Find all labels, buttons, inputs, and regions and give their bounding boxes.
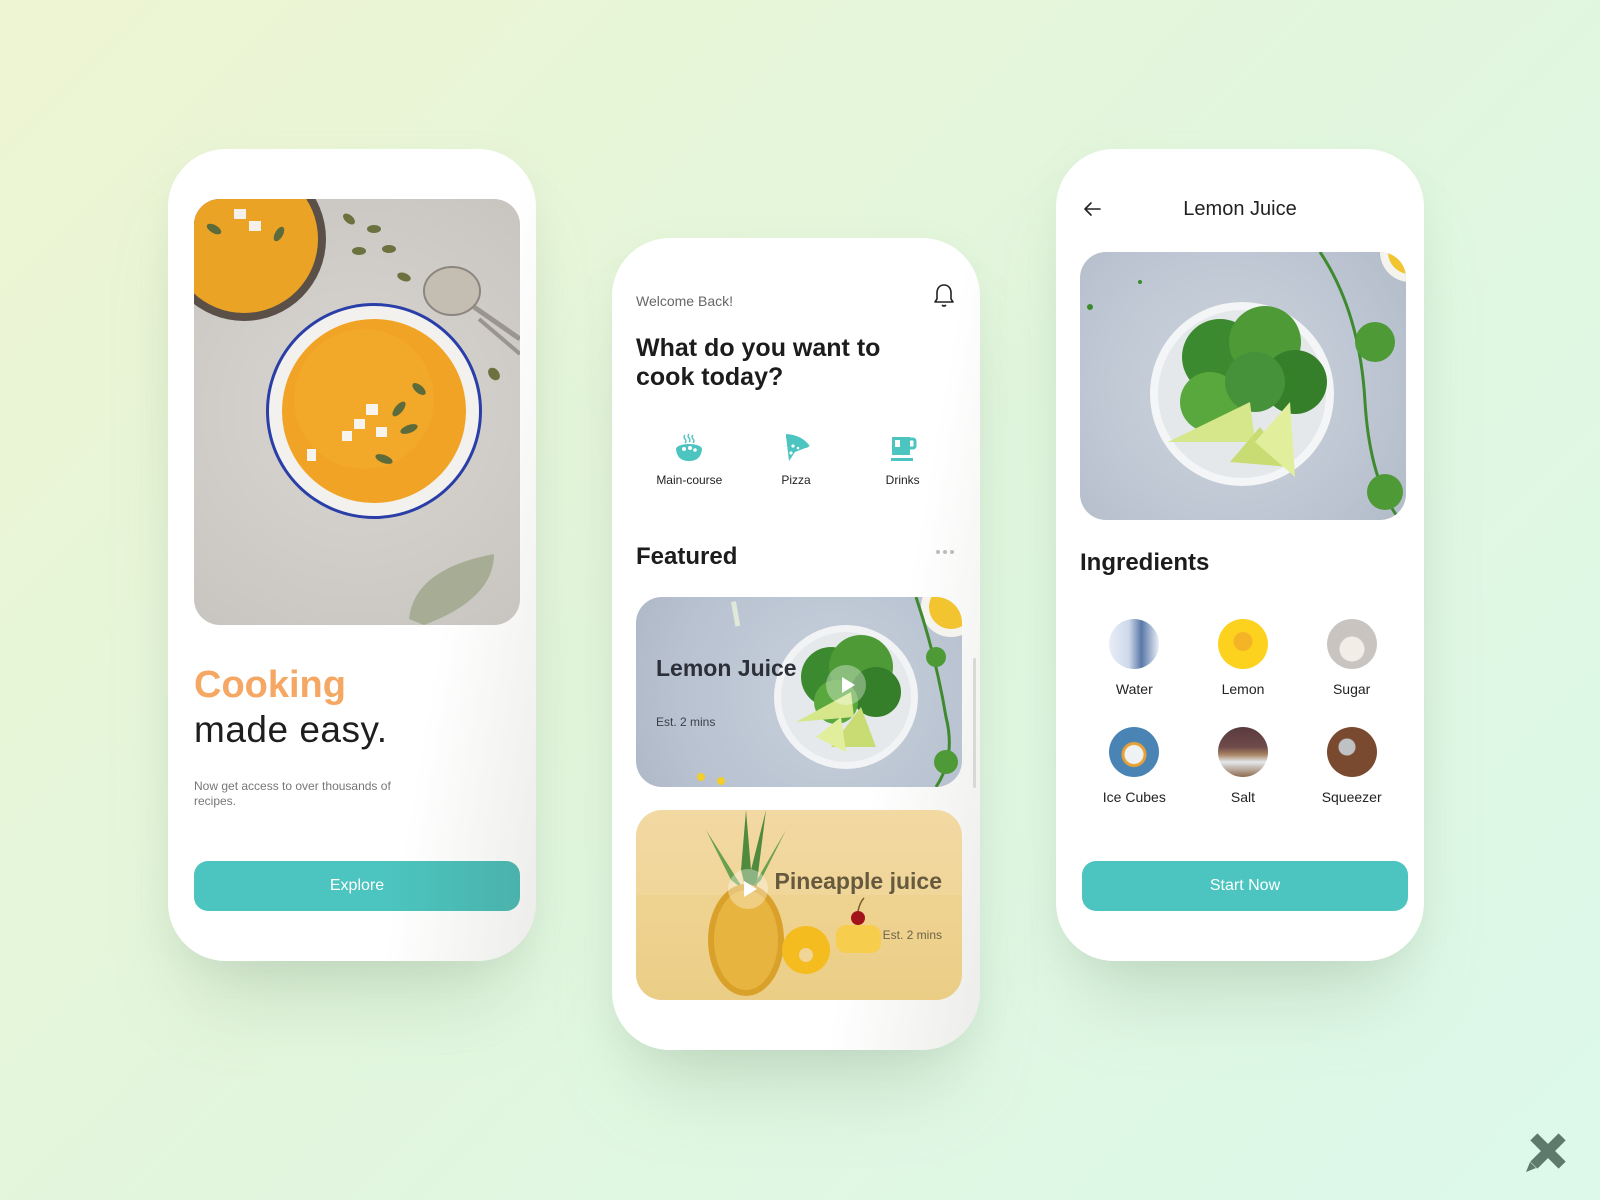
ingredient-water[interactable]: Water bbox=[1080, 619, 1189, 699]
pineapple-image bbox=[636, 810, 962, 1000]
hero-title: made easy. bbox=[194, 709, 388, 750]
lime-cilantro-image bbox=[697, 597, 962, 787]
card-duration: Est. 2 mins bbox=[882, 928, 942, 942]
featured-card-pineapple-juice[interactable]: Pineapple juice Est. 2 mins bbox=[636, 810, 962, 1000]
category-label: Pizza bbox=[781, 473, 811, 487]
scrollbar[interactable] bbox=[973, 658, 976, 788]
recipe-image bbox=[1080, 252, 1406, 520]
category-list: Main-course Pizza Drinks bbox=[636, 433, 956, 489]
pizza-slice-icon bbox=[785, 434, 810, 461]
sugar-thumbnail bbox=[1326, 619, 1377, 669]
page-question: What do you want to cook today? bbox=[636, 334, 881, 391]
ruler-pencil-logo-icon bbox=[1526, 1133, 1566, 1172]
lemon-thumbnail bbox=[1217, 619, 1268, 669]
category-label: Drinks bbox=[885, 473, 920, 487]
category-label: Main-course bbox=[656, 473, 723, 487]
category-pizza[interactable]: Pizza bbox=[743, 433, 850, 489]
ingredient-label: Lemon bbox=[1221, 681, 1265, 697]
ingredient-ice-cubes[interactable]: Ice Cubes bbox=[1080, 727, 1189, 807]
water-thumbnail bbox=[1109, 619, 1160, 669]
ingredient-label: Salt bbox=[1230, 789, 1256, 805]
recipe-title: Lemon Juice bbox=[1183, 198, 1297, 220]
featured-heading: Featured bbox=[636, 543, 738, 570]
card-duration: Est. 2 mins bbox=[656, 715, 716, 729]
play-icon[interactable] bbox=[728, 869, 768, 909]
squeezer-thumbnail bbox=[1326, 727, 1377, 777]
ingredient-salt[interactable]: Salt bbox=[1189, 727, 1298, 807]
salt-thumbnail bbox=[1217, 727, 1268, 777]
more-dots-icon[interactable] bbox=[936, 550, 954, 554]
hero-subtitle: Now get access to over thousands of reci… bbox=[194, 779, 391, 808]
hero-title-accent: Cooking bbox=[194, 664, 346, 706]
welcome-text: Welcome Back! bbox=[636, 293, 733, 309]
play-icon[interactable] bbox=[826, 665, 866, 705]
home-screen: Welcome Back! What do you want to cook t… bbox=[612, 238, 980, 1050]
ingredient-label: Ice Cubes bbox=[1102, 789, 1166, 805]
ingredient-label: Water bbox=[1115, 681, 1153, 697]
soup-bowl-icon bbox=[676, 433, 703, 461]
ingredient-squeezer[interactable]: Squeezer bbox=[1297, 727, 1406, 807]
ingredients-grid: Water Lemon Sugar Ice Cubes Salt Squeeze… bbox=[1080, 619, 1406, 807]
onboarding-screen: Cooking made easy. Now get access to ove… bbox=[168, 149, 536, 961]
bell-icon[interactable] bbox=[932, 282, 956, 310]
explore-button[interactable]: Explore bbox=[194, 861, 520, 911]
card-title: Lemon Juice bbox=[656, 655, 797, 681]
ingredient-label: Sugar bbox=[1332, 681, 1371, 697]
card-title: Pineapple juice bbox=[774, 868, 942, 894]
ingredient-label: Squeezer bbox=[1321, 789, 1382, 805]
start-now-button[interactable]: Start Now bbox=[1082, 861, 1408, 911]
ingredient-lemon[interactable]: Lemon bbox=[1189, 619, 1298, 699]
recipe-detail-screen: Lemon Juice Ingredients Water Lemon Suga… bbox=[1056, 149, 1424, 961]
cup-icon bbox=[890, 437, 917, 461]
featured-card-lemon-juice[interactable]: Lemon Juice Est. 2 mins bbox=[636, 597, 962, 787]
category-main-course[interactable]: Main-course bbox=[636, 433, 743, 489]
ingredients-heading: Ingredients bbox=[1080, 549, 1210, 576]
category-drinks[interactable]: Drinks bbox=[849, 433, 956, 489]
ingredient-sugar[interactable]: Sugar bbox=[1297, 619, 1406, 699]
ice-cubes-thumbnail bbox=[1109, 727, 1160, 777]
hero-soup-image bbox=[194, 199, 520, 625]
